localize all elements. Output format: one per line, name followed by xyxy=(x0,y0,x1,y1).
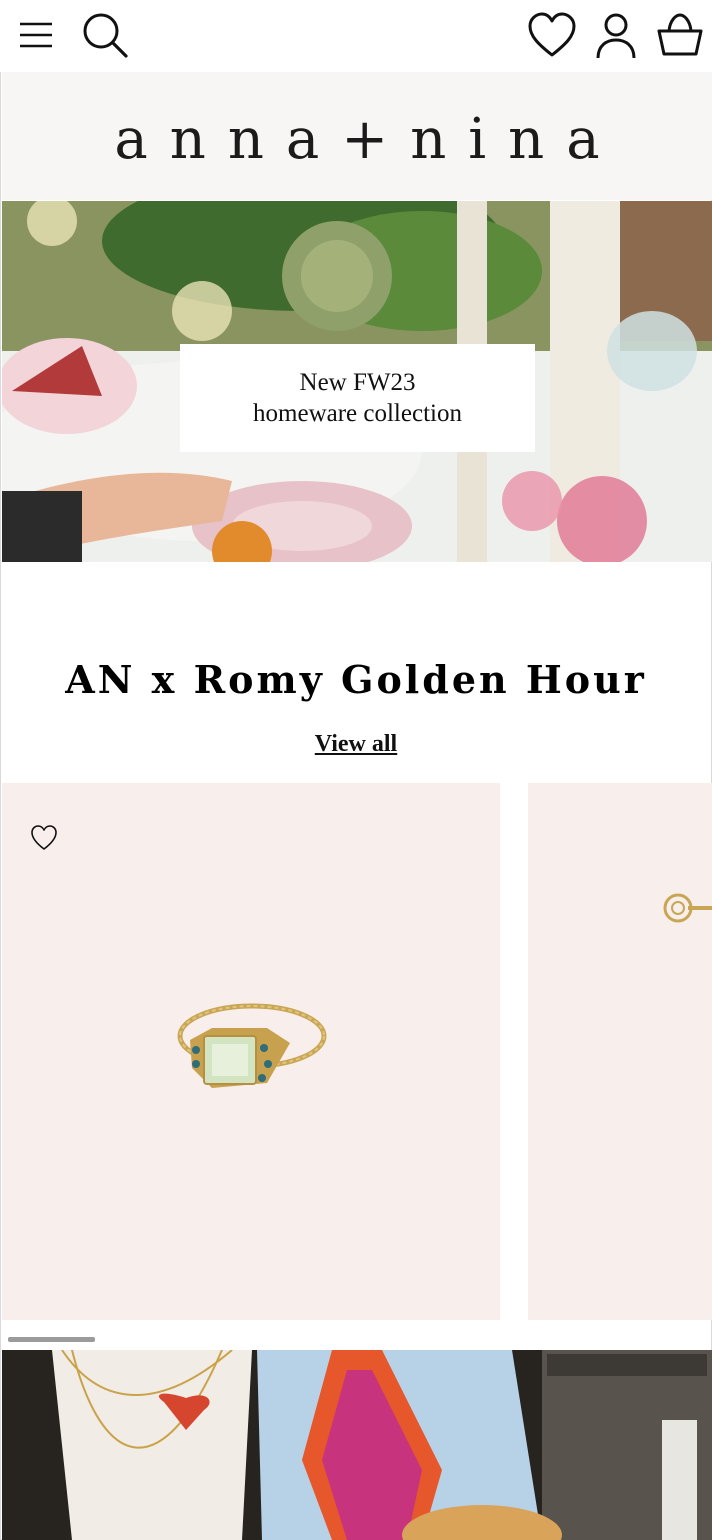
gold-ring-image xyxy=(177,1003,327,1088)
brand-header: anna+nina xyxy=(2,72,712,200)
hero-caption-line1: New FW23 xyxy=(299,369,416,396)
menu-button[interactable] xyxy=(16,16,56,56)
editorial-banner[interactable] xyxy=(2,1350,712,1540)
top-navigation xyxy=(0,0,712,72)
wishlist-button[interactable] xyxy=(526,10,578,62)
hamburger-menu-icon xyxy=(20,22,52,48)
gold-earring-image xyxy=(663,893,712,923)
heart-icon xyxy=(31,825,57,850)
search-icon xyxy=(83,13,128,58)
hero-caption-line2: homeware collection xyxy=(253,400,462,427)
product-card[interactable] xyxy=(528,783,712,1320)
basket-button[interactable] xyxy=(656,12,704,60)
product-card[interactable] xyxy=(2,783,500,1320)
search-button[interactable] xyxy=(80,10,130,60)
brand-logo[interactable]: anna+nina xyxy=(2,102,712,178)
carousel-scrollbar-thumb[interactable] xyxy=(8,1337,95,1342)
collection-title: AN x Romy Golden Hour xyxy=(65,657,647,702)
view-all-link[interactable]: View all xyxy=(0,728,712,760)
account-icon xyxy=(596,13,636,59)
heart-icon xyxy=(528,12,576,57)
editorial-necklace-photo xyxy=(2,1350,712,1540)
add-to-wishlist-button[interactable] xyxy=(29,823,59,853)
basket-icon xyxy=(657,13,703,56)
carousel-scrollbar[interactable] xyxy=(8,1337,704,1342)
account-button[interactable] xyxy=(594,12,638,60)
hero-caption-card[interactable]: New FW23 homeware collection xyxy=(180,344,535,452)
